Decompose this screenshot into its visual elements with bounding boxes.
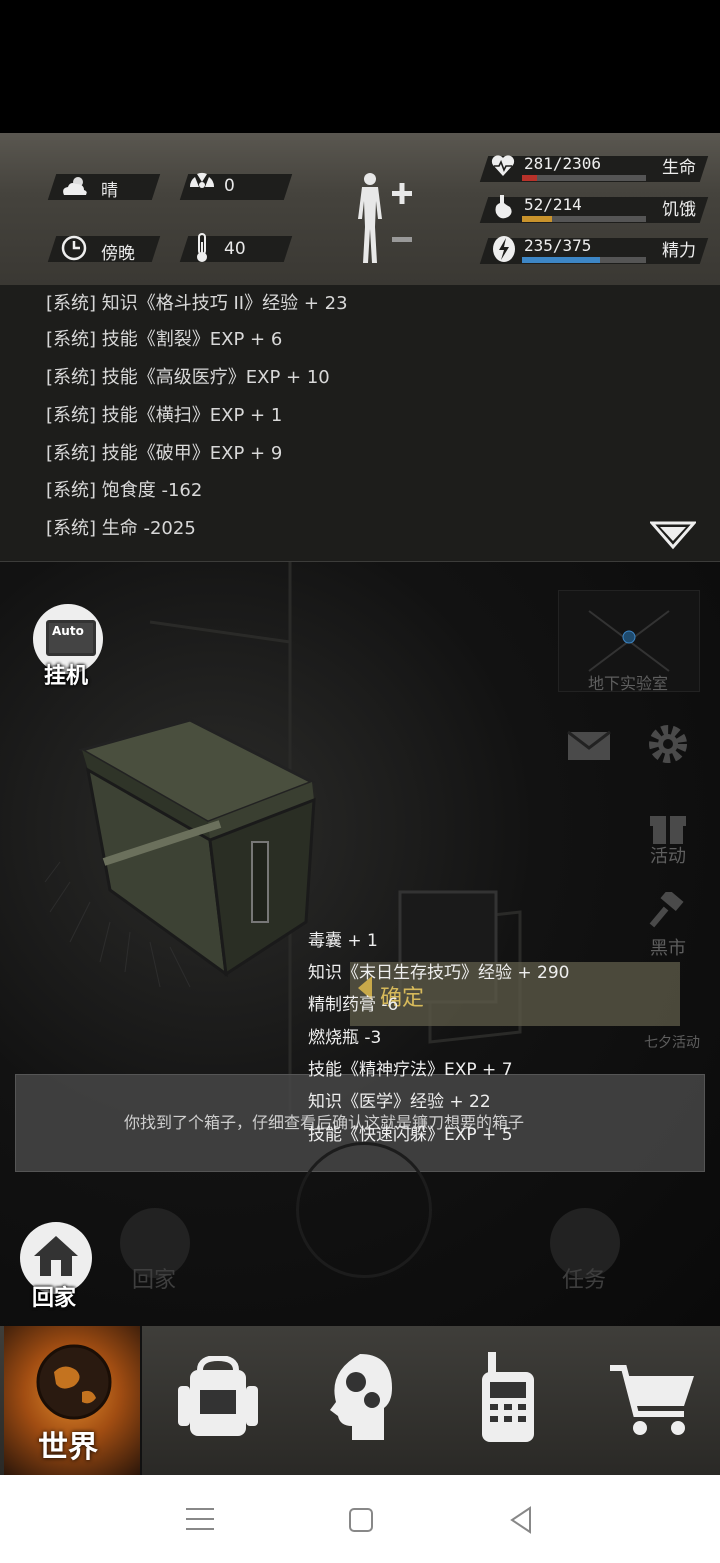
backpack-icon[interactable]: [176, 1356, 260, 1442]
health-bar: [522, 175, 646, 181]
event-label: 活动: [650, 846, 686, 867]
energy-icon: [493, 236, 515, 262]
bottom-tab-bar: 世界: [0, 1326, 720, 1475]
gift-icon[interactable]: [648, 804, 688, 846]
cloud-sun-icon: [63, 177, 87, 195]
log-line: [系统] 饱食度 -162: [46, 480, 203, 501]
thermometer-icon: [197, 233, 207, 262]
map-location-label: 地下实验室: [588, 674, 669, 693]
log-line: [系统] 技能《割裂》EXP + 6: [46, 329, 283, 350]
health-value: 281/2306: [524, 154, 602, 173]
menu-icon[interactable]: [186, 1506, 214, 1532]
log-line: [系统] 技能《破甲》EXP + 9: [46, 443, 283, 464]
compass-dial: [296, 1142, 432, 1278]
stomach-icon: [495, 195, 512, 219]
reward-item: 燃烧瓶 -3: [308, 1028, 382, 1048]
time-label: 傍晚: [101, 244, 135, 264]
reward-item: 技能《快速闪躲》EXP + 5: [308, 1125, 513, 1145]
body-status-button[interactable]: [348, 171, 418, 267]
home-label: 回家: [32, 1286, 77, 1311]
gear-icon[interactable]: [646, 722, 690, 766]
reward-item: 精制药膏 -6: [308, 995, 399, 1015]
mail-icon[interactable]: [566, 730, 612, 762]
health-bar-fill: [522, 175, 538, 181]
faded-home-label: 回家: [132, 1268, 177, 1293]
radiation-value: 0: [224, 176, 235, 196]
radiation-icon: [189, 172, 215, 188]
reward-item: 知识《医学》经验 + 22: [308, 1092, 491, 1112]
tab-world-label: 世界: [38, 1430, 98, 1465]
hammer-icon[interactable]: [648, 892, 688, 934]
cart-icon[interactable]: [608, 1364, 698, 1440]
task-label: 任务: [562, 1268, 607, 1293]
qixi-event-label: 七夕活动: [644, 1035, 700, 1051]
log-line: [系统] 技能《横扫》EXP + 1: [46, 405, 283, 426]
scene-view: Auto 挂机 地下实验室 活动 黑市 七夕活动 确定 你找到了个箱子，仔细查看…: [0, 562, 720, 1326]
home-nav-icon[interactable]: [348, 1507, 374, 1533]
hunger-label: 饥饿: [662, 200, 696, 220]
ammo-box-image: [44, 718, 316, 988]
energy-bar-fill: [522, 257, 600, 263]
log-line: [系统] 知识《格斗技巧 II》经验 + 23: [46, 293, 348, 314]
auto-label: 挂机: [44, 664, 89, 689]
system-nav-bar: [0, 1475, 720, 1563]
health-label: 生命: [662, 158, 696, 178]
house-icon: [34, 1236, 78, 1276]
energy-label: 精力: [662, 241, 696, 261]
globe-icon: [36, 1344, 112, 1420]
hunger-bar-fill: [522, 216, 553, 222]
chevron-down-icon[interactable]: [650, 521, 696, 551]
status-bar: 晴 0 傍晚 40 281/2306 52/214 235/375 生命 饥饿 …: [0, 133, 720, 285]
log-line: [系统] 技能《高级医疗》EXP + 10: [46, 367, 330, 388]
back-icon[interactable]: [508, 1506, 534, 1534]
hunger-bar: [522, 216, 646, 222]
tab-divider: [140, 1326, 142, 1475]
hunger-value: 52/214: [524, 195, 582, 214]
black-market-label: 黑市: [650, 938, 686, 959]
message-log[interactable]: [系统] 知识《格斗技巧 II》经验 + 23 [系统] 技能《割裂》EXP +…: [0, 285, 720, 563]
energy-bar: [522, 257, 646, 263]
weather-label: 晴: [101, 181, 118, 201]
log-line: [系统] 生命 -2025: [46, 518, 196, 539]
heart-icon: [491, 155, 515, 176]
temperature-value: 40: [224, 239, 246, 259]
clock-icon: [61, 235, 87, 261]
reward-item: 毒囊 + 1: [308, 931, 378, 951]
reward-item: 技能《精神疗法》EXP + 7: [308, 1060, 513, 1080]
tab-world[interactable]: 世界: [4, 1326, 140, 1475]
brain-gear-icon[interactable]: [326, 1352, 396, 1444]
auto-badge: Auto: [52, 624, 84, 638]
reward-item: 知识《末日生存技巧》经验 + 290: [308, 963, 570, 983]
energy-value: 235/375: [524, 236, 592, 255]
walkie-talkie-icon[interactable]: [478, 1352, 538, 1444]
